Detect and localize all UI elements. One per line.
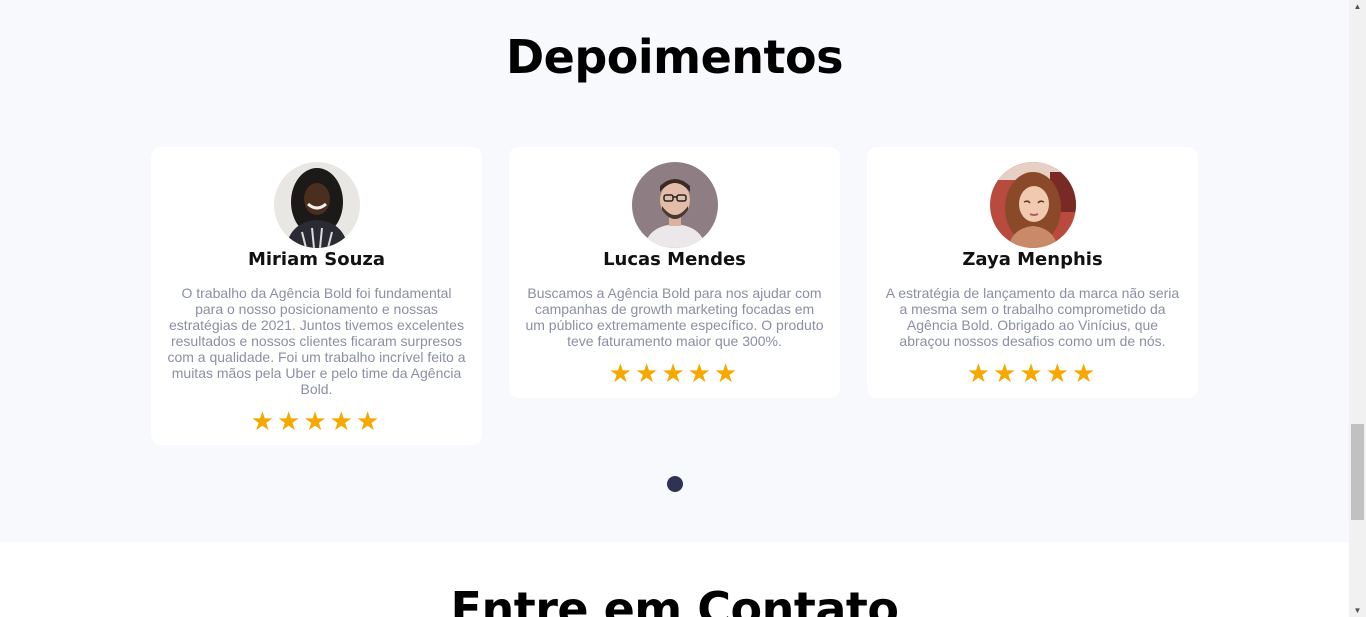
testimonial-card: Zaya Menphis A estratégia de lançamento … [867,147,1198,398]
testimonial-name: Miriam Souza [247,249,386,270]
scroll-thumb[interactable] [1351,424,1364,520]
avatar [632,162,718,248]
rating-stars: ★★★★★ [608,358,741,388]
contact-title: Entre em Contato [450,582,899,617]
scrollbar[interactable]: ▲ ▼ [1349,0,1366,617]
testimonials-title: Depoimentos [505,30,844,84]
testimonial-name: Zaya Menphis [962,249,1103,270]
testimonial-quote: A estratégia de lançamento da marca não … [885,285,1180,349]
testimonial-quote: Buscamos a Agência Bold para nos ajudar … [525,285,824,349]
testimonial-card: Miriam Souza O trabalho da Agência Bold … [151,147,482,445]
carousel-dot[interactable] [667,476,683,492]
rating-stars: ★★★★★ [250,406,383,436]
testimonial-card: Lucas Mendes Buscamos a Agência Bold par… [509,147,840,398]
avatar [274,162,360,248]
page: Depoimentos Miriam Souza O trabalho da A… [0,0,1349,617]
avatar [990,162,1076,248]
contact-section: Entre em Contato [0,542,1349,617]
scroll-down-arrow-icon[interactable]: ▼ [1349,606,1366,615]
rating-stars: ★★★★★ [966,358,1099,388]
testimonial-quote: O trabalho da Agência Bold foi fundament… [167,285,466,397]
scroll-up-arrow-icon[interactable]: ▲ [1349,2,1366,11]
testimonial-name: Lucas Mendes [603,249,746,270]
testimonials-section: Depoimentos Miriam Souza O trabalho da A… [0,0,1349,542]
